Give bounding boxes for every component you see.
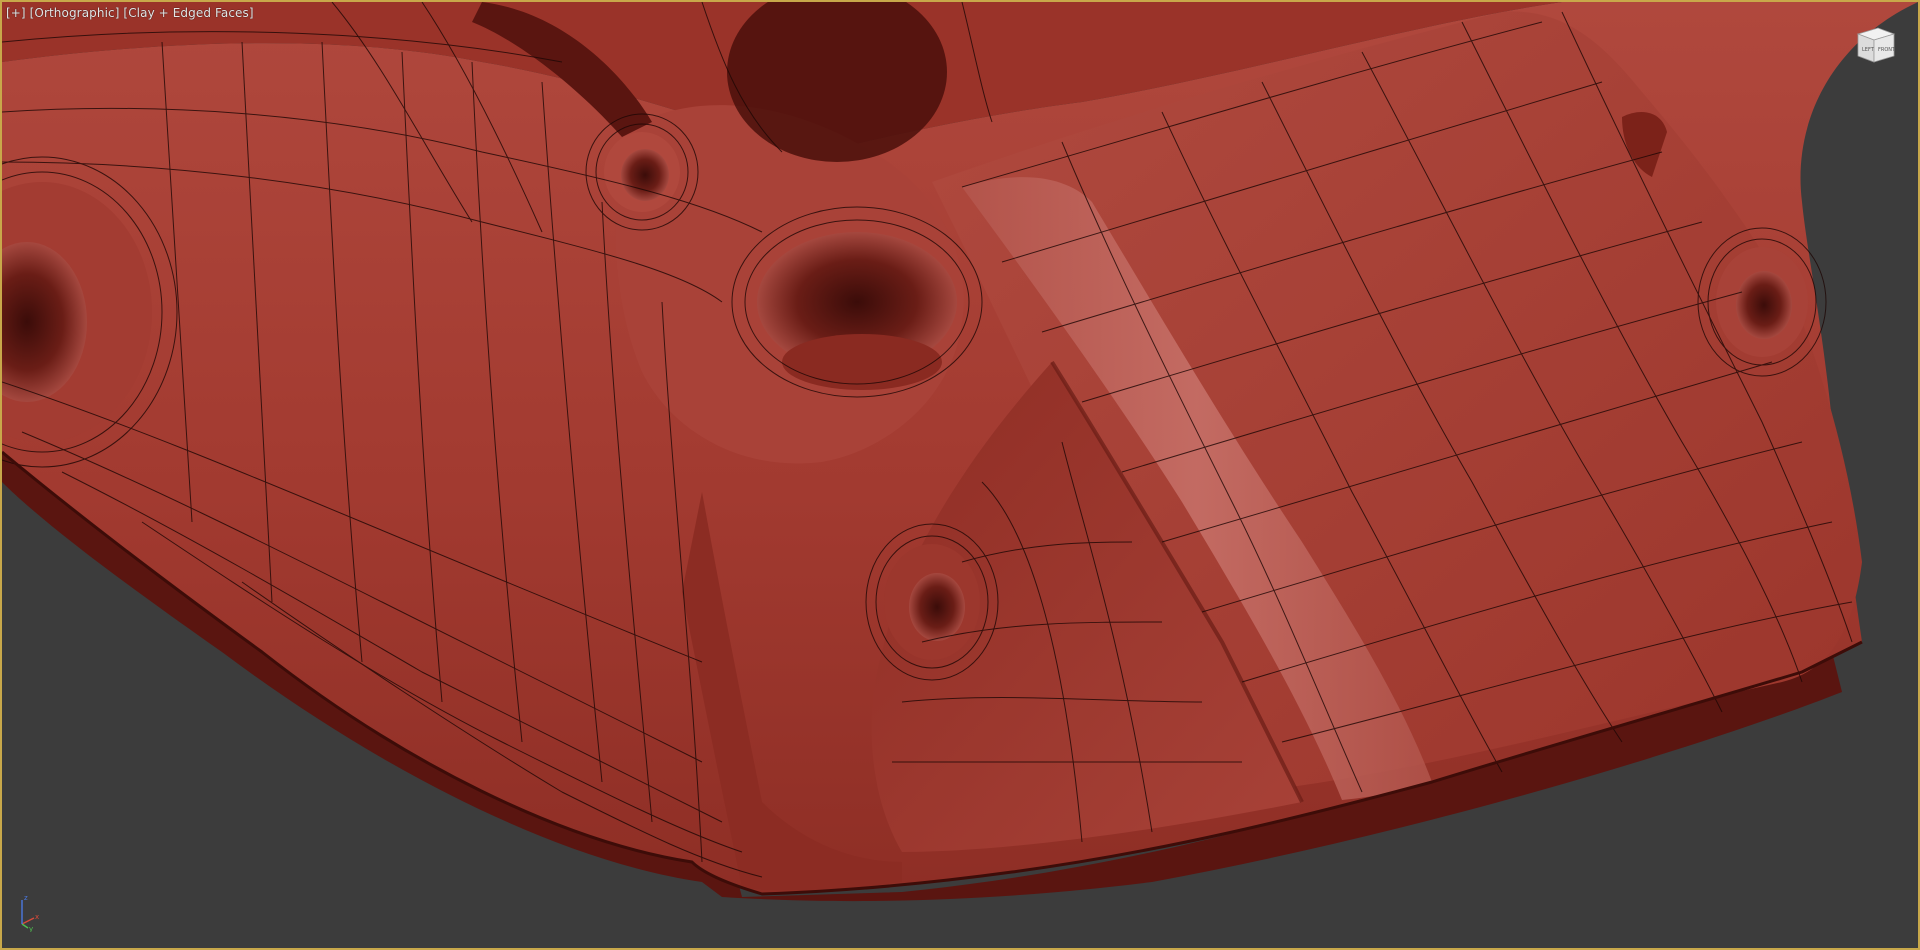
viewcube-face-left: LEFT <box>1862 47 1875 53</box>
z-axis-label: z <box>24 894 28 902</box>
viewport-menu-button[interactable]: [+] <box>6 6 26 20</box>
perspective-viewport[interactable]: [+] [Orthographic] [Clay + Edged Faces] … <box>0 0 1920 950</box>
viewcube-face-front: FRONT <box>1878 47 1896 53</box>
viewcube-icon[interactable]: LEFT FRONT <box>1852 22 1898 68</box>
axis-tripod-icon: x y z <box>21 894 39 932</box>
y-axis-label: y <box>29 925 33 932</box>
y-axis-line <box>21 923 29 929</box>
viewport-label: [+] [Orthographic] [Clay + Edged Faces] <box>6 6 254 20</box>
view-mode-button[interactable]: [Orthographic] <box>30 6 120 20</box>
clay-model-render[interactable] <box>2 2 1918 948</box>
shading-mode-button[interactable]: [Clay + Edged Faces] <box>123 6 253 20</box>
x-axis-line <box>21 917 35 925</box>
x-axis-label: x <box>35 913 39 921</box>
